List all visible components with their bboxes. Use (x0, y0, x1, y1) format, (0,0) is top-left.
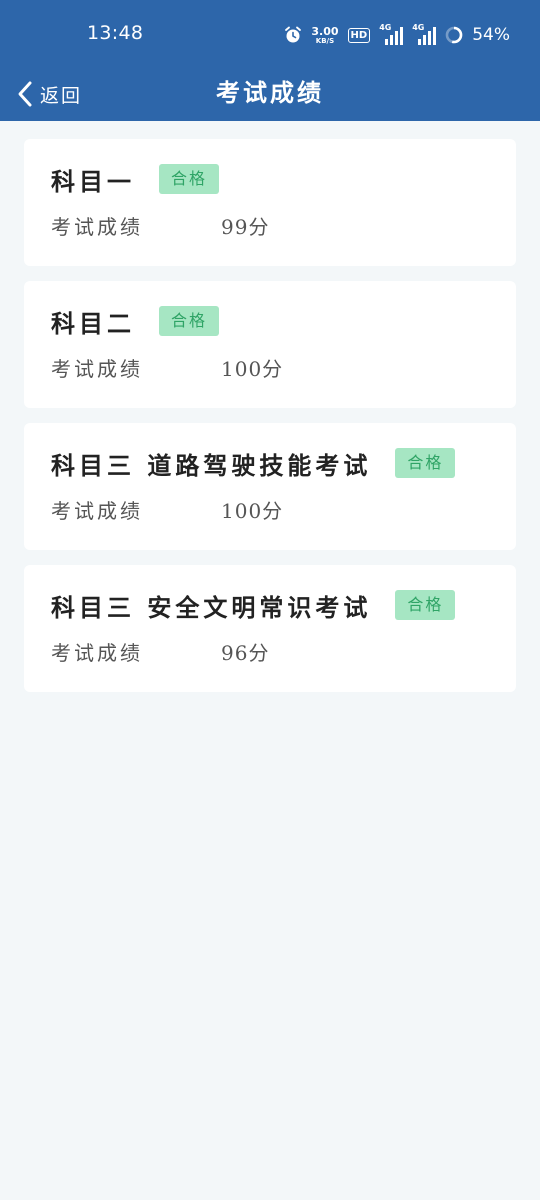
status-icons: 3.00 KB/S HD 4G 4G 54% (284, 22, 510, 48)
score-value: 96分 (221, 641, 270, 665)
score-label: 考试成绩 (51, 357, 143, 381)
net-speed-unit: KB/S (315, 36, 335, 45)
score-value: 100分 (221, 499, 284, 523)
subject-name: 科目一 (51, 166, 135, 196)
sim2-label: 4G (412, 23, 425, 32)
score-label: 考试成绩 (51, 499, 143, 523)
pass-badge: 合格 (395, 590, 456, 620)
subject-name: 科目二 (51, 308, 135, 338)
score-label: 考试成绩 (51, 641, 143, 665)
score-label: 考试成绩 (51, 215, 143, 239)
signal-icon: 4G (412, 23, 437, 45)
signal-icon: 4G (379, 23, 404, 45)
subject-name: 科目三 道路驾驶技能考试 (51, 450, 372, 480)
result-card[interactable]: 科目二 合格 考试成绩 100分 (24, 281, 516, 408)
result-card[interactable]: 科目三 道路驾驶技能考试 合格 考试成绩 100分 (24, 423, 516, 550)
results-list: 科目一 合格 考试成绩 99分 科目二 合格 考试成绩 100分 科目三 道路驾… (24, 139, 516, 707)
score-value: 100分 (221, 357, 284, 381)
net-speed-value: 3.00 (311, 24, 339, 38)
status-bar: 13:48 3.00 KB/S HD 4G 4G 54% (0, 0, 540, 68)
pass-badge: 合格 (159, 306, 220, 336)
page-title: 考试成绩 (216, 79, 324, 107)
net-speed: 3.00 KB/S (311, 26, 338, 45)
result-card[interactable]: 科目三 安全文明常识考试 合格 考试成绩 96分 (24, 565, 516, 692)
battery-icon (445, 26, 463, 44)
hd-icon: HD (347, 27, 371, 43)
result-card[interactable]: 科目一 合格 考试成绩 99分 (24, 139, 516, 266)
pass-badge: 合格 (395, 448, 456, 478)
alarm-icon (285, 26, 302, 43)
status-time: 13:48 (87, 22, 144, 44)
nav-bar: 返回 考试成绩 (0, 68, 540, 121)
sim1-label: 4G (379, 23, 392, 32)
pass-badge: 合格 (159, 164, 220, 194)
app-header: 13:48 3.00 KB/S HD 4G 4G 54% 返回 考试成绩 (0, 0, 540, 121)
battery-percent: 54% (472, 25, 510, 45)
score-value: 99分 (221, 215, 270, 239)
subject-name: 科目三 安全文明常识考试 (51, 592, 372, 622)
